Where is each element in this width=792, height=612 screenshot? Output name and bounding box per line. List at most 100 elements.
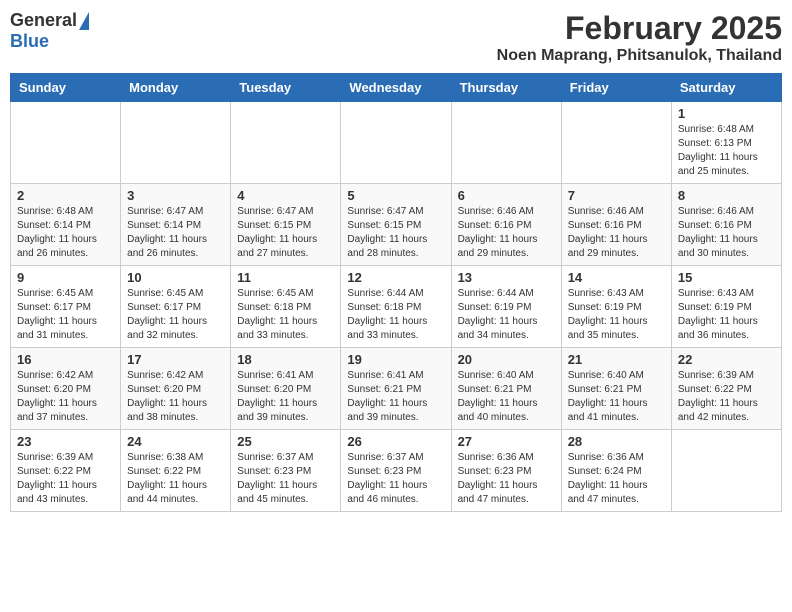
day-info: Sunrise: 6:46 AM Sunset: 6:16 PM Dayligh… (458, 205, 555, 261)
day-number: 15 (678, 270, 775, 285)
day-info: Sunrise: 6:37 AM Sunset: 6:23 PM Dayligh… (347, 451, 444, 507)
calendar-day-cell: 18 Sunrise: 6:41 AM Sunset: 6:20 PM Dayli… (231, 348, 341, 430)
day-number: 28 (568, 434, 665, 449)
calendar-day-header: Friday (561, 74, 671, 102)
day-info: Sunrise: 6:37 AM Sunset: 6:23 PM Dayligh… (237, 451, 334, 507)
calendar-day-cell: 10 Sunrise: 6:45 AM Sunset: 6:17 PM Dayli… (121, 266, 231, 348)
calendar-day-cell: 2 Sunrise: 6:48 AM Sunset: 6:14 PM Daylig… (11, 184, 121, 266)
calendar-day-cell (451, 102, 561, 184)
day-number: 22 (678, 352, 775, 367)
day-number: 21 (568, 352, 665, 367)
day-number: 6 (458, 188, 555, 203)
day-number: 18 (237, 352, 334, 367)
day-info: Sunrise: 6:45 AM Sunset: 6:18 PM Dayligh… (237, 287, 334, 343)
day-number: 1 (678, 106, 775, 121)
day-info: Sunrise: 6:44 AM Sunset: 6:18 PM Dayligh… (347, 287, 444, 343)
calendar-day-cell: 16 Sunrise: 6:42 AM Sunset: 6:20 PM Dayli… (11, 348, 121, 430)
calendar-week-row: 16 Sunrise: 6:42 AM Sunset: 6:20 PM Dayli… (11, 348, 782, 430)
day-number: 19 (347, 352, 444, 367)
day-info: Sunrise: 6:45 AM Sunset: 6:17 PM Dayligh… (17, 287, 114, 343)
calendar-day-header: Thursday (451, 74, 561, 102)
page-header: General Blue February 2025 Noen Maprang,… (10, 10, 782, 65)
day-info: Sunrise: 6:47 AM Sunset: 6:15 PM Dayligh… (347, 205, 444, 261)
day-info: Sunrise: 6:48 AM Sunset: 6:13 PM Dayligh… (678, 123, 775, 179)
calendar-day-cell (341, 102, 451, 184)
calendar-week-row: 9 Sunrise: 6:45 AM Sunset: 6:17 PM Daylig… (11, 266, 782, 348)
day-info: Sunrise: 6:47 AM Sunset: 6:14 PM Dayligh… (127, 205, 224, 261)
day-number: 5 (347, 188, 444, 203)
calendar-day-cell: 20 Sunrise: 6:40 AM Sunset: 6:21 PM Dayli… (451, 348, 561, 430)
calendar-day-cell: 11 Sunrise: 6:45 AM Sunset: 6:18 PM Dayli… (231, 266, 341, 348)
calendar-title: February 2025 (497, 10, 782, 47)
calendar-day-header: Saturday (671, 74, 781, 102)
calendar-day-cell: 25 Sunrise: 6:37 AM Sunset: 6:23 PM Dayli… (231, 430, 341, 512)
day-info: Sunrise: 6:46 AM Sunset: 6:16 PM Dayligh… (678, 205, 775, 261)
day-number: 9 (17, 270, 114, 285)
logo: General Blue (10, 10, 89, 52)
calendar-day-cell: 14 Sunrise: 6:43 AM Sunset: 6:19 PM Dayli… (561, 266, 671, 348)
day-number: 14 (568, 270, 665, 285)
calendar-day-header: Sunday (11, 74, 121, 102)
calendar-day-cell (231, 102, 341, 184)
calendar-day-header: Monday (121, 74, 231, 102)
day-number: 7 (568, 188, 665, 203)
calendar-day-cell (11, 102, 121, 184)
calendar-day-cell: 1 Sunrise: 6:48 AM Sunset: 6:13 PM Daylig… (671, 102, 781, 184)
day-info: Sunrise: 6:43 AM Sunset: 6:19 PM Dayligh… (568, 287, 665, 343)
calendar-day-cell: 21 Sunrise: 6:40 AM Sunset: 6:21 PM Dayli… (561, 348, 671, 430)
day-number: 11 (237, 270, 334, 285)
day-info: Sunrise: 6:36 AM Sunset: 6:24 PM Dayligh… (568, 451, 665, 507)
day-number: 13 (458, 270, 555, 285)
calendar-table: SundayMondayTuesdayWednesdayThursdayFrid… (10, 73, 782, 512)
calendar-day-cell: 13 Sunrise: 6:44 AM Sunset: 6:19 PM Dayli… (451, 266, 561, 348)
calendar-day-cell: 12 Sunrise: 6:44 AM Sunset: 6:18 PM Dayli… (341, 266, 451, 348)
logo-general-text: General (10, 10, 77, 31)
calendar-day-cell: 27Sunrise: 6:36 AM Sunset: 6:23 PM Dayli… (451, 430, 561, 512)
calendar-day-cell: 28 Sunrise: 6:36 AM Sunset: 6:24 PM Dayli… (561, 430, 671, 512)
logo-blue-text: Blue (10, 31, 49, 52)
day-number: 3 (127, 188, 224, 203)
day-info: Sunrise: 6:43 AM Sunset: 6:19 PM Dayligh… (678, 287, 775, 343)
day-info: Sunrise: 6:41 AM Sunset: 6:20 PM Dayligh… (237, 369, 334, 425)
day-number: 4 (237, 188, 334, 203)
day-info: Sunrise: 6:45 AM Sunset: 6:17 PM Dayligh… (127, 287, 224, 343)
calendar-day-cell: 7Sunrise: 6:46 AM Sunset: 6:16 PM Daylig… (561, 184, 671, 266)
day-number: 20 (458, 352, 555, 367)
day-info: Sunrise: 6:40 AM Sunset: 6:21 PM Dayligh… (458, 369, 555, 425)
calendar-day-cell: 3 Sunrise: 6:47 AM Sunset: 6:14 PM Daylig… (121, 184, 231, 266)
day-number: 10 (127, 270, 224, 285)
calendar-day-cell: 17Sunrise: 6:42 AM Sunset: 6:20 PM Dayli… (121, 348, 231, 430)
calendar-day-cell (121, 102, 231, 184)
day-number: 25 (237, 434, 334, 449)
day-info: Sunrise: 6:41 AM Sunset: 6:21 PM Dayligh… (347, 369, 444, 425)
calendar-day-cell: 4 Sunrise: 6:47 AM Sunset: 6:15 PM Daylig… (231, 184, 341, 266)
calendar-day-cell: 5 Sunrise: 6:47 AM Sunset: 6:15 PM Daylig… (341, 184, 451, 266)
calendar-day-cell: 24Sunrise: 6:38 AM Sunset: 6:22 PM Dayli… (121, 430, 231, 512)
calendar-day-cell: 23Sunrise: 6:39 AM Sunset: 6:22 PM Dayli… (11, 430, 121, 512)
day-number: 2 (17, 188, 114, 203)
day-info: Sunrise: 6:39 AM Sunset: 6:22 PM Dayligh… (678, 369, 775, 425)
title-section: February 2025 Noen Maprang, Phitsanulok,… (497, 10, 782, 65)
calendar-day-header: Tuesday (231, 74, 341, 102)
calendar-week-row: 2 Sunrise: 6:48 AM Sunset: 6:14 PM Daylig… (11, 184, 782, 266)
day-info: Sunrise: 6:42 AM Sunset: 6:20 PM Dayligh… (17, 369, 114, 425)
day-info: Sunrise: 6:38 AM Sunset: 6:22 PM Dayligh… (127, 451, 224, 507)
day-info: Sunrise: 6:48 AM Sunset: 6:14 PM Dayligh… (17, 205, 114, 261)
calendar-week-row: 1 Sunrise: 6:48 AM Sunset: 6:13 PM Daylig… (11, 102, 782, 184)
calendar-day-cell: 26Sunrise: 6:37 AM Sunset: 6:23 PM Dayli… (341, 430, 451, 512)
day-info: Sunrise: 6:47 AM Sunset: 6:15 PM Dayligh… (237, 205, 334, 261)
day-number: 12 (347, 270, 444, 285)
day-info: Sunrise: 6:39 AM Sunset: 6:22 PM Dayligh… (17, 451, 114, 507)
day-number: 8 (678, 188, 775, 203)
calendar-header-row: SundayMondayTuesdayWednesdayThursdayFrid… (11, 74, 782, 102)
calendar-day-cell: 9 Sunrise: 6:45 AM Sunset: 6:17 PM Daylig… (11, 266, 121, 348)
calendar-day-cell: 6 Sunrise: 6:46 AM Sunset: 6:16 PM Daylig… (451, 184, 561, 266)
day-info: Sunrise: 6:40 AM Sunset: 6:21 PM Dayligh… (568, 369, 665, 425)
day-info: Sunrise: 6:44 AM Sunset: 6:19 PM Dayligh… (458, 287, 555, 343)
day-info: Sunrise: 6:36 AM Sunset: 6:23 PM Dayligh… (458, 451, 555, 507)
logo-triangle-icon (79, 12, 89, 30)
day-number: 17 (127, 352, 224, 367)
day-number: 16 (17, 352, 114, 367)
calendar-day-cell: 15 Sunrise: 6:43 AM Sunset: 6:19 PM Dayli… (671, 266, 781, 348)
calendar-subtitle: Noen Maprang, Phitsanulok, Thailand (497, 47, 782, 65)
